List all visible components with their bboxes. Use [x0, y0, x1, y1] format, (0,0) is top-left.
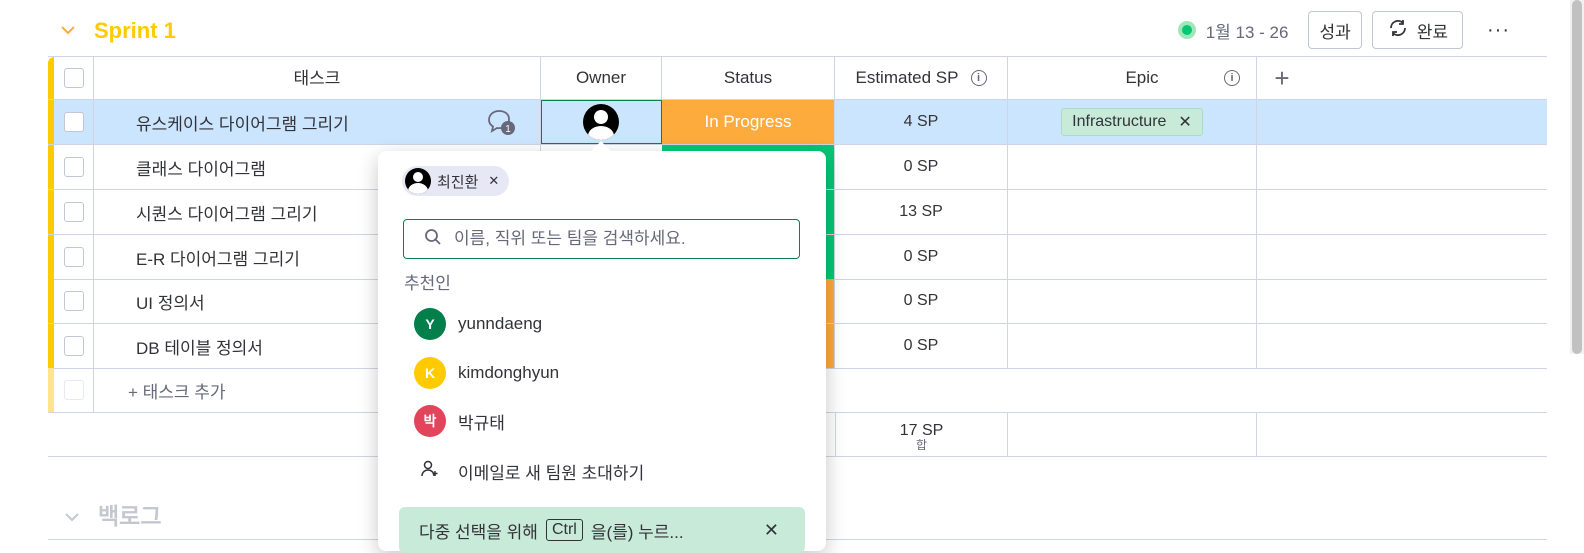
scrollbar-thumb[interactable] [1572, 0, 1582, 354]
complete-label: 완료 [1416, 22, 1449, 42]
search-input[interactable] [452, 228, 782, 250]
owner-cell[interactable] [541, 100, 662, 144]
epic-cell[interactable] [1008, 145, 1257, 189]
estimated-sp-cell[interactable]: 0 SP [835, 324, 1008, 368]
search-field[interactable] [403, 219, 800, 259]
epic-tag-label: Infrastructure [1072, 113, 1167, 130]
column-header-owner[interactable]: Owner [541, 57, 662, 99]
epic-cell[interactable] [1008, 279, 1257, 323]
column-status-label: Status [723, 68, 773, 87]
sp-caption: 합 [915, 437, 928, 452]
person-name: yunndaeng [458, 314, 543, 333]
person-name: 박규태 [458, 413, 505, 433]
sp-summary-cell[interactable]: 17 SP 합 [835, 412, 1008, 456]
row-checkbox[interactable] [63, 291, 84, 311]
multi-select-hint: 다중 선택을 위해 Ctrl 을(를) 누르... ✕ [399, 507, 805, 553]
date-range: 1월 13 - 26 [1205, 22, 1289, 42]
ctrl-key: Ctrl [545, 519, 583, 541]
row-checkbox[interactable] [63, 157, 84, 177]
avatar: K [414, 357, 446, 389]
status-dot-icon [1177, 21, 1196, 39]
complete-button[interactable]: 완료 [1371, 11, 1464, 49]
person-option[interactable]: K kimdonghyun [414, 356, 559, 390]
epic-cell[interactable]: Infrastructure ✕ [1008, 100, 1257, 144]
selected-person-chip[interactable]: 최진환 ✕ [402, 166, 510, 196]
hint-text: 다중 선택을 위해 [419, 522, 538, 542]
person-option[interactable]: Y yunndaeng [414, 307, 542, 341]
epic-cell[interactable] [1008, 324, 1257, 368]
backlog-title: 백로그 [98, 503, 162, 529]
avatar: Y [414, 308, 446, 340]
person-option[interactable]: 박 박규태 [414, 404, 505, 438]
estimated-sp-cell[interactable]: 0 SP [835, 145, 1008, 189]
more-options-icon[interactable]: ··· [1473, 19, 1524, 42]
close-icon[interactable]: ✕ [1178, 112, 1191, 132]
row-checkbox[interactable] [63, 247, 84, 267]
sprint-title[interactable]: Sprint 1 [94, 18, 176, 44]
owner-picker-popup: 최진환 ✕ 추천인 Y yunndaeng K kimdonghyun 박 박규… [378, 151, 826, 553]
comment-count: 1 [505, 124, 511, 135]
conversation-icon[interactable]: 1 [461, 100, 541, 144]
close-icon[interactable]: ✕ [488, 173, 499, 189]
add-column-icon[interactable]: + [1257, 57, 1307, 99]
column-task-label: 태스크 [293, 68, 341, 88]
table-row[interactable]: 유스케이스 다이어그램 그리기 1 In Progress 4 SP Infra… [48, 100, 1547, 145]
task-name[interactable]: 유스케이스 다이어그램 그리기 [94, 100, 461, 144]
column-estimated-label: Estimated SP [855, 68, 959, 87]
performance-label: 성과 [1319, 22, 1351, 42]
column-header-task[interactable]: 태스크 [94, 57, 541, 99]
estimated-sp-cell[interactable]: 0 SP [835, 235, 1008, 279]
invite-by-email[interactable]: 이메일로 새 팀원 초대하기 [420, 454, 644, 488]
chevron-down-icon[interactable] [64, 501, 80, 528]
avatar: 박 [414, 405, 446, 437]
chip-name: 최진환 [437, 173, 479, 191]
column-header-epic[interactable]: Epic i [1008, 57, 1257, 99]
add-person-icon [420, 459, 440, 484]
info-icon[interactable]: i [970, 70, 987, 86]
epic-cell[interactable] [1008, 235, 1257, 279]
column-header-estimated[interactable]: Estimated SP i [835, 57, 1008, 99]
person-name: kimdonghyun [458, 363, 560, 382]
column-epic-label: Epic [1125, 68, 1159, 87]
table-header-row: 태스크 Owner Status Estimated SP i Epic i + [48, 56, 1547, 100]
status-cell[interactable]: In Progress [662, 100, 835, 144]
performance-button[interactable]: 성과 [1308, 11, 1362, 49]
avatar [583, 104, 619, 140]
close-icon[interactable]: ✕ [764, 520, 779, 541]
row-checkbox [63, 380, 84, 400]
sprint-toolbar: 1월 13 - 26 성과 완료 ··· [1177, 11, 1524, 49]
invite-label: 이메일로 새 팀원 초대하기 [458, 463, 645, 483]
column-owner-label: Owner [575, 68, 627, 87]
refresh-icon [1387, 18, 1409, 43]
sprint-header: Sprint 1 [60, 14, 176, 48]
row-checkbox[interactable] [63, 202, 84, 222]
estimated-sp-cell[interactable]: 13 SP [835, 190, 1008, 234]
row-checkbox[interactable] [63, 112, 84, 132]
hint-text: 을(를) 누르... [590, 522, 684, 542]
backlog-header[interactable]: 백로그 [64, 497, 161, 531]
epic-tag[interactable]: Infrastructure ✕ [1061, 108, 1203, 136]
row-checkbox[interactable] [63, 336, 84, 356]
section-label: 추천인 [404, 274, 451, 293]
column-header-status[interactable]: Status [662, 57, 835, 99]
search-icon [424, 228, 442, 251]
avatar [405, 168, 431, 194]
select-all-checkbox[interactable] [63, 68, 84, 88]
epic-cell[interactable] [1008, 190, 1257, 234]
chevron-down-icon[interactable] [60, 22, 80, 40]
estimated-sp-cell[interactable]: 0 SP [835, 279, 1008, 323]
info-icon[interactable]: i [1224, 70, 1240, 86]
estimated-sp-cell[interactable]: 4 SP [835, 100, 1008, 144]
